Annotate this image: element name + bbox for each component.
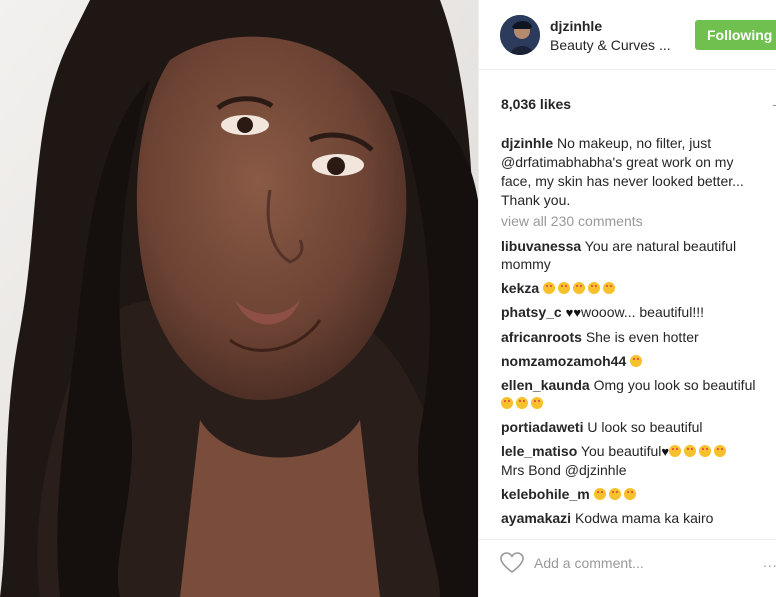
avatar[interactable] xyxy=(500,15,540,55)
mixed-emoji-icon xyxy=(669,443,729,459)
caption-username[interactable]: djzinhle xyxy=(501,135,553,151)
selfie-image xyxy=(0,0,478,597)
comment-username[interactable]: ayamakazi xyxy=(501,510,571,526)
heart-eyes-emoji-icon xyxy=(630,353,645,369)
comment-username[interactable]: kelebohile_m xyxy=(501,486,590,502)
comment-text: You beautiful xyxy=(580,443,662,459)
comment-username[interactable]: nomzamozamoh44 xyxy=(501,353,626,369)
more-options-icon[interactable]: ... xyxy=(763,554,776,570)
comment-text: wooow... beautiful!!! xyxy=(581,304,704,320)
comment-text: U look so beautiful xyxy=(587,419,703,435)
comment-username[interactable]: libuvanessa xyxy=(501,238,581,254)
heart-eyes-emoji-icon xyxy=(543,280,618,296)
comment-item: libuvanessa You are natural beautiful mo… xyxy=(501,237,771,273)
comment-text: Omg you look so beautiful xyxy=(593,377,756,393)
caption-text-before: No makeup, no filter, just xyxy=(553,135,712,151)
view-all-comments-link[interactable]: view all 230 comments xyxy=(501,213,643,229)
black-heart-icon: ♥ xyxy=(661,444,670,459)
heart-outline-icon[interactable] xyxy=(500,552,524,574)
comment-item: ellen_kaunda Omg you look so beautiful xyxy=(501,376,771,412)
comment-item: kekza xyxy=(501,279,771,297)
post-header: djzinhle Beauty & Curves ... Following xyxy=(479,0,776,70)
comment-text: She is even hotter xyxy=(585,329,699,345)
post-photo[interactable] xyxy=(0,0,478,597)
comment-username[interactable]: portiadaweti xyxy=(501,419,583,435)
comments-list: libuvanessa You are natural beautiful mo… xyxy=(501,237,771,530)
comment-text-line2: Mrs Bond @djzinhle xyxy=(501,462,627,478)
post-username[interactable]: djzinhle xyxy=(550,18,602,34)
post-location[interactable]: Beauty & Curves ... xyxy=(550,37,671,53)
comment-item: africanroots She is even hotter xyxy=(501,328,771,346)
black-heart-icon: ♥♥ xyxy=(565,305,582,320)
post-caption: djzinhle No makeup, no filter, just @drf… xyxy=(501,134,763,210)
comment-item: nomzamozamoh44 xyxy=(501,352,771,370)
heart-eyes-emoji-icon xyxy=(501,394,771,412)
avatar-image xyxy=(500,15,540,55)
post-sidebar: djzinhle Beauty & Curves ... Following 8… xyxy=(478,0,776,597)
add-comment-input[interactable] xyxy=(534,552,744,574)
comment-username[interactable]: ellen_kaunda xyxy=(501,377,590,393)
likes-count[interactable]: 8,036 likes xyxy=(501,96,571,112)
comment-item: phatsy_c ♥♥wooow... beautiful!!! xyxy=(501,303,771,322)
comment-username[interactable]: kekza xyxy=(501,280,539,296)
comment-username[interactable]: phatsy_c xyxy=(501,304,562,320)
comment-text: Kodwa mama ka kairo xyxy=(574,510,714,526)
comment-item: lele_matiso You beautiful♥ Mrs Bond @djz… xyxy=(501,442,771,479)
comment-username[interactable]: lele_matiso xyxy=(501,443,577,459)
comment-item: ayamakazi Kodwa mama ka kairo xyxy=(501,509,771,527)
comment-footer: ... xyxy=(479,539,776,597)
comment-username[interactable]: africanroots xyxy=(501,329,582,345)
comment-item: portiadaweti U look so beautiful xyxy=(501,418,771,436)
heart-eyes-emoji-icon xyxy=(593,486,639,502)
following-button[interactable]: Following xyxy=(695,20,776,50)
comment-item: kelebohile_m xyxy=(501,485,771,503)
likes-more: - xyxy=(772,96,776,112)
caption-mention[interactable]: @drfatimabhabha xyxy=(501,154,613,170)
